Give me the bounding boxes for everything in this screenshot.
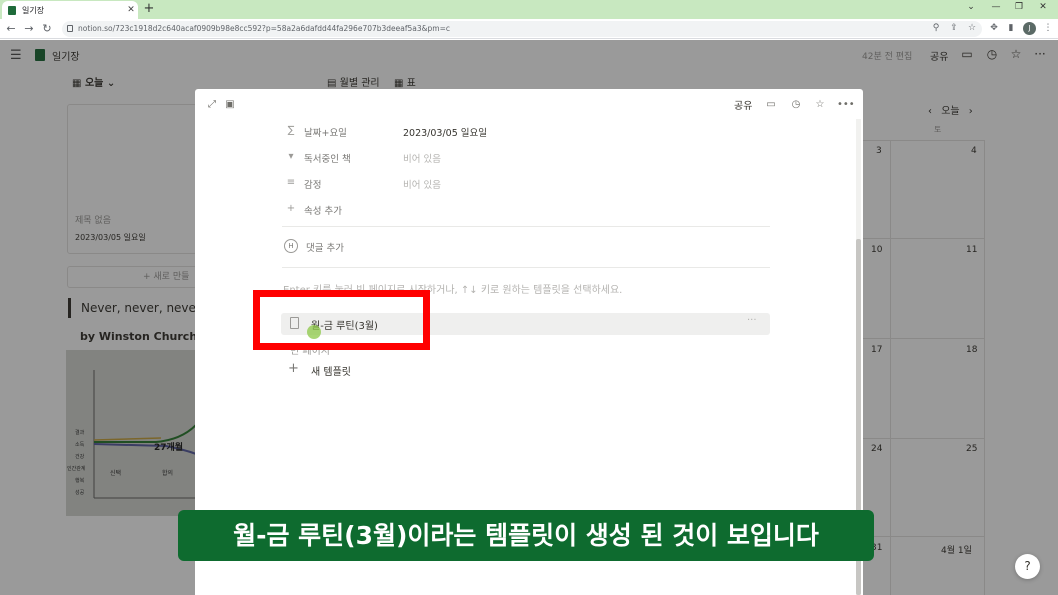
comment-icon[interactable]: ▭	[764, 98, 778, 112]
close-icon[interactable]: ✕	[124, 5, 138, 15]
address-input[interactable]: notion.so/723c1918d2c640acaf0909b98e8cc5…	[62, 21, 982, 37]
formula-icon: ∑	[287, 125, 295, 136]
property-row[interactable]: ≡ 감정 비어 있음	[285, 174, 765, 194]
bookmark-star-icon[interactable]: ☆	[966, 22, 978, 34]
plus-icon[interactable]: +	[288, 361, 299, 376]
property-label: 날짜+요일	[304, 128, 347, 139]
share-page-icon[interactable]: ⇪	[948, 22, 960, 34]
more-icon[interactable]: ···	[747, 315, 757, 326]
highlight-annotation	[253, 290, 430, 350]
zoom-icon[interactable]: ⚲	[930, 22, 942, 34]
divider	[282, 226, 770, 227]
favorite-star-icon[interactable]: ☆	[813, 98, 827, 112]
plus-icon: +	[286, 203, 296, 214]
browser-tab[interactable]: 일기장 ✕	[2, 1, 138, 19]
browser-tab-bar: 일기장 ✕ + ⌄ — ❐ ✕	[0, 0, 1058, 19]
property-row[interactable]: ▾ 독서중인 책 비어 있음	[285, 148, 765, 168]
restore-icon[interactable]: ❐	[1008, 2, 1030, 12]
more-icon[interactable]: •••	[837, 98, 855, 112]
browser-menu-icon[interactable]: ⋮	[1042, 22, 1054, 34]
profile-avatar[interactable]: J	[1023, 22, 1036, 35]
side-panel-icon[interactable]: ▮	[1005, 22, 1017, 34]
cursor-indicator	[307, 325, 321, 339]
extensions-icon[interactable]: ✥	[988, 22, 1000, 34]
back-icon[interactable]: ←	[4, 22, 18, 36]
property-label: 감정	[304, 180, 322, 191]
lock-icon	[67, 25, 73, 32]
new-tab-button[interactable]: +	[142, 2, 156, 16]
forward-icon[interactable]: →	[22, 22, 36, 36]
chevron-down-icon[interactable]: ⌄	[960, 2, 982, 12]
add-property-label: 속성 추가	[304, 206, 342, 217]
multi-select-icon: ≡	[286, 177, 296, 188]
minimize-icon[interactable]: —	[985, 2, 1007, 12]
new-template-button[interactable]: 새 템플릿	[311, 363, 351, 378]
help-button[interactable]: ?	[1015, 554, 1040, 579]
property-value: 비어 있음	[403, 154, 441, 165]
url-text: notion.so/723c1918d2c640acaf0909b98e8cc5…	[78, 24, 450, 33]
add-property-button[interactable]: + 속성 추가	[285, 200, 765, 220]
browser-tab-title: 일기장	[22, 5, 45, 15]
window-close-icon[interactable]: ✕	[1032, 2, 1054, 12]
reload-icon[interactable]: ↻	[40, 22, 54, 36]
add-comment-input[interactable]: 댓글 추가	[306, 240, 344, 254]
property-label: 독서중인 책	[304, 154, 351, 165]
open-as-icon[interactable]: ▣	[223, 98, 237, 112]
avatar-icon: H	[284, 239, 298, 253]
video-caption: 월-금 루틴(3월)이라는 템플릿이 생성 된 것이 보입니다	[178, 510, 874, 561]
divider	[282, 267, 770, 268]
browser-toolbar: ← → ↻ notion.so/723c1918d2c640acaf0909b9…	[0, 19, 1058, 39]
property-value: 비어 있음	[403, 180, 441, 191]
clock-icon[interactable]: ◷	[789, 98, 803, 112]
select-icon: ▾	[288, 151, 294, 162]
expand-icon[interactable]: ⤢	[205, 98, 219, 112]
modal-share-button[interactable]: 공유	[734, 97, 752, 112]
property-value: 2023/03/05 일요일	[403, 128, 487, 139]
property-row[interactable]: ∑ 날짜+요일 2023/03/05 일요일	[285, 122, 765, 142]
notion-page-icon	[8, 5, 16, 15]
